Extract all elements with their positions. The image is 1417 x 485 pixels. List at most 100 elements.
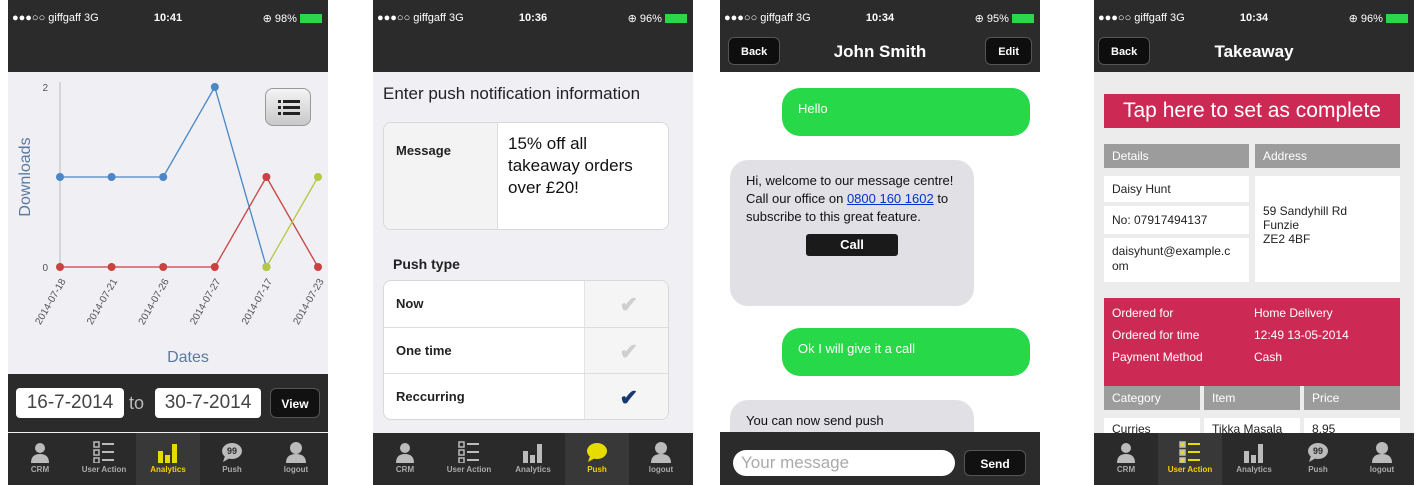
payment-method-value: Cash	[1254, 350, 1283, 364]
address-header: Address	[1255, 144, 1400, 168]
customer-email: daisyhunt@example.c om	[1104, 238, 1249, 282]
back-button[interactable]: Back	[1098, 37, 1151, 65]
message-incoming: You can now send push	[730, 400, 974, 432]
message-label: Message	[384, 123, 498, 229]
tab-push[interactable]: 99 Push	[200, 433, 264, 485]
data-point	[262, 173, 271, 181]
tab-analytics[interactable]: Analytics	[501, 433, 565, 485]
push-option-recurring[interactable]: Reccurring ✔	[384, 373, 668, 419]
tab-label: Push	[222, 465, 242, 474]
tab-label: Analytics	[1236, 465, 1272, 474]
list-icon	[437, 441, 501, 463]
list-icon	[278, 99, 300, 117]
tab-user-action[interactable]: User Action	[437, 433, 501, 485]
view-button[interactable]: View	[270, 388, 320, 418]
message-input[interactable]: Your message	[733, 450, 955, 476]
person-icon	[373, 441, 437, 463]
back-button[interactable]: Back	[728, 37, 781, 65]
x-tick-label: 2014-07-26	[137, 277, 172, 327]
message-value[interactable]: 15% off all takeaway orders over £20!	[508, 133, 633, 199]
date-from-input[interactable]: 16-7-2014	[16, 388, 124, 418]
svg-text:99: 99	[1313, 446, 1323, 456]
list-icon	[72, 441, 136, 463]
x-axis-label: Dates	[167, 349, 209, 366]
data-point	[107, 263, 116, 271]
tab-crm[interactable]: CRM	[373, 433, 437, 485]
tab-crm[interactable]: CRM	[1094, 433, 1158, 485]
push-type-label: Push type	[393, 256, 460, 272]
data-point	[56, 263, 64, 271]
series-line	[162, 86, 216, 178]
tab-logout[interactable]: logout	[1350, 433, 1414, 485]
set-complete-button[interactable]: Tap here to set as complete	[1104, 94, 1400, 128]
analytics-screen: ●●●○○ giffgaff 3G 10:41 ⊕ 98% 0 2 Download…	[8, 0, 328, 485]
data-point	[159, 263, 168, 271]
bar-chart-icon	[1222, 441, 1286, 463]
payment-method-label: Payment Method	[1112, 350, 1203, 364]
tab-user-action[interactable]: User Action	[1158, 433, 1222, 485]
push-option-one-time[interactable]: One time ✔	[384, 327, 668, 374]
phone-link[interactable]: 0800 160 1602	[847, 191, 934, 206]
tab-analytics[interactable]: Analytics	[1222, 433, 1286, 485]
check-icon: ✔	[619, 385, 638, 410]
to-label: to	[129, 393, 145, 413]
tab-user-action[interactable]: User Action	[72, 433, 136, 485]
message-outgoing: Hello	[782, 88, 1030, 136]
call-button[interactable]: Call	[806, 234, 898, 256]
user-icon	[264, 441, 328, 463]
tab-label: User Action	[446, 465, 492, 474]
nav-bar: Back John Smith Edit	[720, 34, 1040, 72]
series-line	[214, 176, 267, 268]
person-icon	[8, 441, 72, 463]
status-bar: ●●●○○ giffgaff 3G 10:36 ⊕ 96%	[373, 0, 693, 34]
tab-label: Push	[587, 465, 607, 474]
status-bar: ●●●○○ giffgaff 3G 10:41 ⊕ 98%	[8, 0, 328, 34]
price-header: Price	[1304, 386, 1400, 410]
send-button[interactable]: Send	[964, 450, 1026, 476]
push-heading: Enter push notification information	[383, 84, 641, 103]
list-menu-button[interactable]	[265, 88, 311, 126]
chat-screen: ●●●○○ giffgaff 3G 10:34 ⊕ 95% Back John …	[720, 0, 1040, 485]
tab-analytics[interactable]: Analytics	[136, 433, 200, 485]
tab-logout[interactable]: logout	[264, 433, 328, 485]
svg-text:99: 99	[227, 446, 237, 456]
data-point	[159, 173, 168, 181]
speech-bubble-icon: 99	[565, 441, 629, 463]
tab-label: CRM	[1116, 465, 1136, 474]
ordered-for-label: Ordered for	[1112, 306, 1174, 320]
tab-label: User Action	[81, 465, 127, 474]
tab-label: Analytics	[515, 465, 551, 474]
message-incoming: Hi, welcome to our message centre! Call …	[730, 160, 974, 306]
date-to-input[interactable]: 30-7-2014	[155, 388, 261, 418]
x-tick-label: 2014-07-27	[188, 277, 223, 327]
ordered-time-value: 12:49 13-05-2014	[1254, 328, 1349, 342]
tab-label: CRM	[30, 465, 50, 474]
message-outgoing: Ok I will give it a call	[782, 328, 1030, 376]
category-header: Category	[1104, 386, 1200, 410]
tab-push[interactable]: 99 Push	[1286, 433, 1350, 485]
ordered-for-value: Home Delivery	[1254, 306, 1333, 320]
push-option-now[interactable]: Now ✔	[384, 281, 668, 327]
tab-label: logout	[283, 465, 309, 474]
battery: ⊕ 95%	[975, 12, 1034, 25]
nav-bar: Back Takeaway	[1094, 34, 1414, 72]
downloads-chart: 0 2 Downloads 2014-07-18 2014-07-21 2014-07-2…	[8, 72, 328, 372]
tab-label: logout	[1369, 465, 1395, 474]
status-bar: ●●●○○ giffgaff 3G 10:34 ⊕ 96%	[1094, 0, 1414, 34]
tab-push[interactable]: 99 Push	[565, 433, 629, 485]
data-point	[314, 173, 322, 181]
series-line	[214, 86, 268, 268]
bar-chart-icon	[501, 441, 565, 463]
tab-logout[interactable]: logout	[629, 433, 693, 485]
edit-button[interactable]: Edit	[985, 37, 1032, 65]
x-tick-label: 2014-07-23	[291, 277, 326, 327]
tab-label: User Action	[1167, 465, 1213, 474]
data-point	[262, 263, 271, 271]
customer-name: Daisy Hunt	[1104, 176, 1249, 202]
data-point	[210, 83, 219, 91]
message-field[interactable]: Message 15% off all takeaway orders over…	[383, 122, 669, 230]
bar-chart-icon	[136, 441, 200, 463]
tab-crm[interactable]: CRM	[8, 433, 72, 485]
push-type-list: Now ✔ One time ✔ Reccurring ✔	[383, 280, 669, 420]
status-bar: ●●●○○ giffgaff 3G 10:34 ⊕ 95%	[720, 0, 1040, 34]
